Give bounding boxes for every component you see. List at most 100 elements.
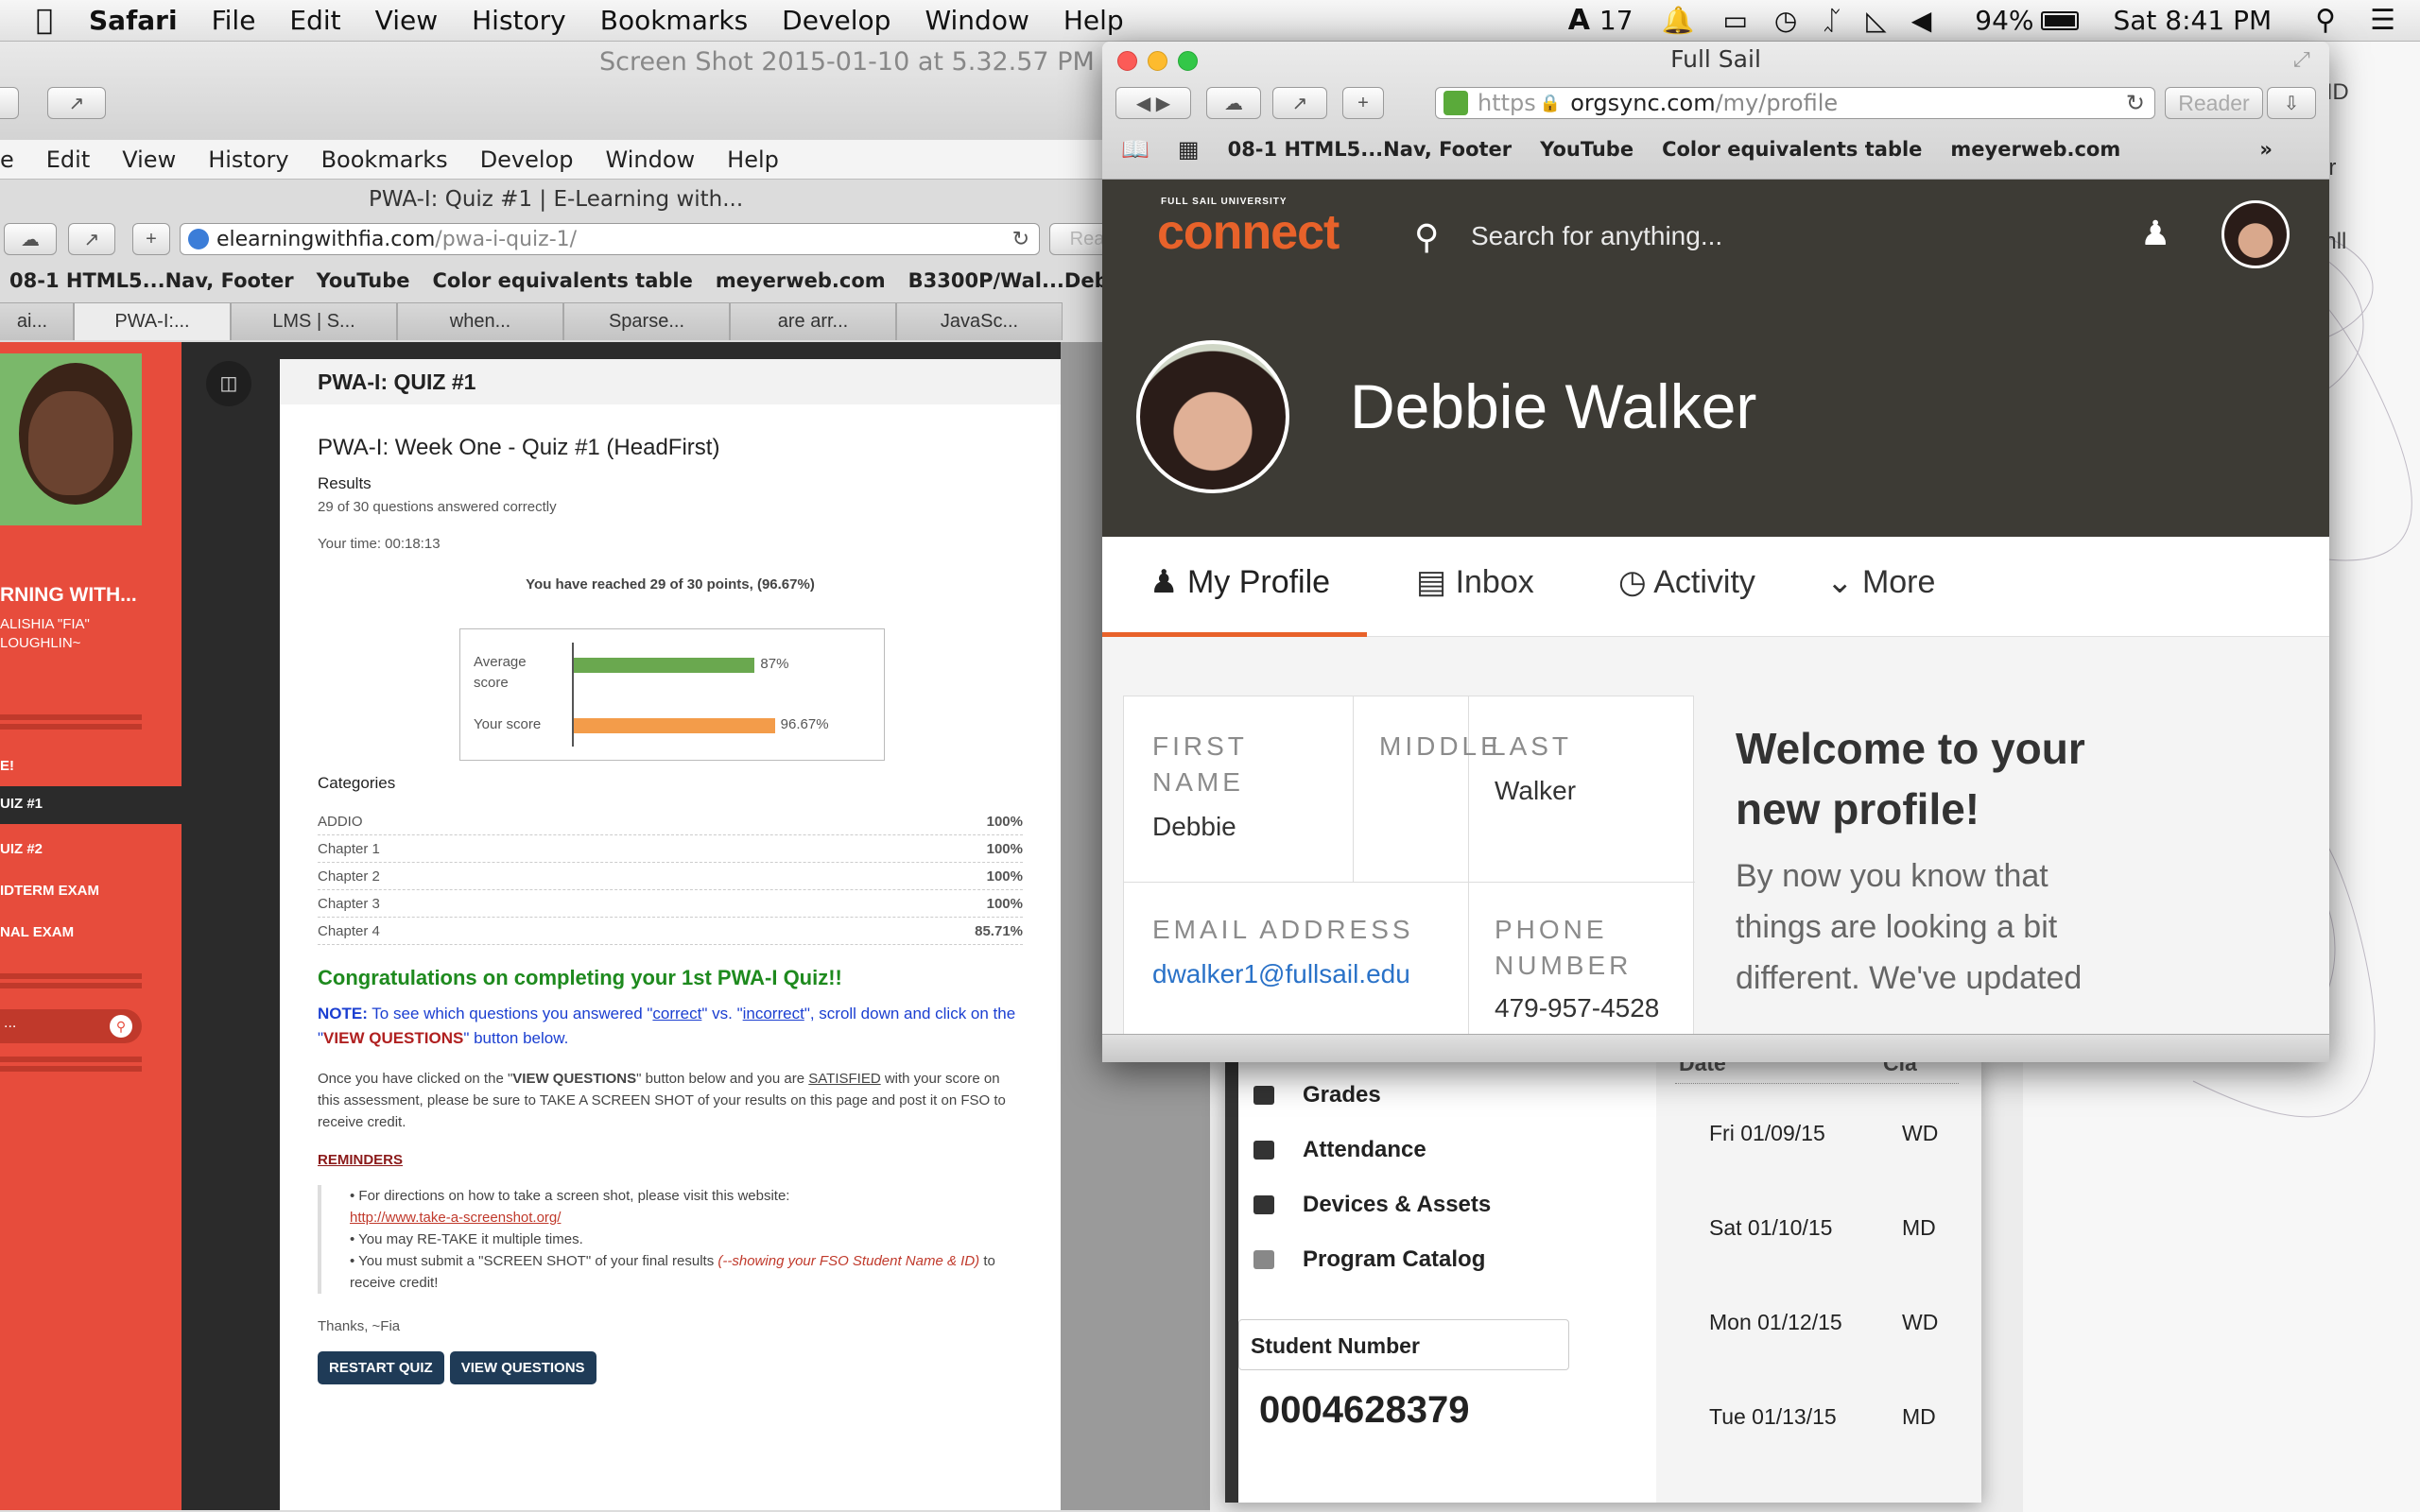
- sidebar-item-home[interactable]: E!: [0, 758, 14, 774]
- back-bookmark-2[interactable]: Color equivalents table: [433, 269, 693, 292]
- back-menu-view[interactable]: View: [122, 146, 176, 173]
- share-button[interactable]: ↗: [1272, 87, 1327, 119]
- tab-activity[interactable]: ◷ Activity: [1618, 563, 1755, 601]
- front-bookmark-1[interactable]: YouTube: [1540, 138, 1634, 161]
- front-bookmark-3[interactable]: meyerweb.com: [1950, 138, 2120, 161]
- restart-quiz-button[interactable]: RESTART QUIZ: [318, 1351, 444, 1384]
- top-sites-grid-icon[interactable]: ▦: [1178, 136, 1200, 163]
- back-bookmark-0[interactable]: 08-1 HTML5...Nav, Footer: [9, 269, 294, 292]
- nav-catalog-label: Program Catalog: [1303, 1246, 1486, 1272]
- categories-heading: Categories: [318, 774, 396, 792]
- sidebar-item-midterm[interactable]: IDTERM EXAM: [0, 883, 99, 899]
- welcome-body-line2: things are looking a bit: [1736, 909, 2058, 945]
- lock-icon: 🔒: [1539, 93, 1562, 113]
- phone-label: PHONE NUMBER: [1495, 912, 1632, 984]
- clock[interactable]: Sat 8:41 PM: [2113, 5, 2272, 36]
- airplay-icon[interactable]: ▭: [1722, 5, 1747, 36]
- menu-view[interactable]: View: [375, 5, 438, 36]
- menu-history[interactable]: History: [472, 5, 566, 36]
- back-tab-5[interactable]: are arr...: [730, 302, 896, 340]
- sidebar-item-quiz1[interactable]: UIZ #1: [0, 786, 182, 824]
- url-host: orgsync.com: [1570, 90, 1716, 116]
- back-share2-button[interactable]: ↗: [68, 223, 115, 255]
- battery-percent[interactable]: 94%: [1975, 5, 2033, 36]
- reload-icon[interactable]: ↻: [2126, 90, 2145, 116]
- back-tab-3[interactable]: when...: [397, 302, 563, 340]
- battery-icon[interactable]: [2041, 10, 2080, 30]
- nav-devices[interactable]: Devices & Assets: [1238, 1177, 1654, 1232]
- search-icon[interactable]: ⚲: [1414, 217, 1439, 257]
- view-questions-button[interactable]: VIEW QUESTIONS: [449, 1351, 596, 1384]
- menu-develop[interactable]: Develop: [782, 5, 890, 36]
- app-menu[interactable]: Safari: [89, 5, 178, 36]
- menu-bookmarks[interactable]: Bookmarks: [600, 5, 748, 36]
- tab-more[interactable]: ⌄ More: [1826, 563, 1935, 601]
- back-url-host: elearningwithfia.com: [216, 227, 436, 251]
- sidebar-search-input[interactable]: ... ⚲: [0, 1009, 142, 1043]
- bookmarks-book-icon[interactable]: 📖: [1121, 136, 1150, 163]
- back-menu-history[interactable]: History: [208, 146, 288, 173]
- para-text-a: Once you have clicked on the ": [318, 1071, 513, 1087]
- user-avatar[interactable]: [2221, 200, 2290, 268]
- groups-icon[interactable]: ♟: [2140, 214, 2170, 253]
- back-menu-0[interactable]: e: [0, 146, 14, 173]
- back-tab-6[interactable]: JavaSc...: [896, 302, 1063, 340]
- avg-score-bar: [574, 658, 755, 673]
- tab-inbox[interactable]: ▤ Inbox: [1416, 563, 1534, 601]
- bookmarks-overflow-icon[interactable]: »: [2259, 138, 2273, 161]
- back-menu-help[interactable]: Help: [727, 146, 779, 173]
- front-bookmark-2[interactable]: Color equivalents table: [1662, 138, 1922, 161]
- front-bookmark-0[interactable]: 08-1 HTML5...Nav, Footer: [1228, 138, 1512, 161]
- back-menu-window[interactable]: Window: [606, 146, 696, 173]
- icloud-tabs-button[interactable]: ☁: [1206, 87, 1261, 119]
- adobe-icon[interactable]: A: [1568, 4, 1590, 37]
- search-icon[interactable]: ⚲: [110, 1015, 132, 1038]
- menu-edit[interactable]: Edit: [289, 5, 340, 36]
- timemachine-icon[interactable]: ◷: [1774, 5, 1797, 36]
- wifi-icon[interactable]: ◺: [1866, 5, 1887, 36]
- back-newtab-button[interactable]: +: [132, 223, 170, 255]
- back-tab-4[interactable]: Sparse...: [563, 302, 730, 340]
- back-tab-1[interactable]: PWA-I:...: [74, 302, 231, 340]
- notification-bell-icon[interactable]: 🔔: [1662, 5, 1695, 36]
- address-bar[interactable]: https 🔒 orgsync.com /my/profile ↻: [1435, 87, 2155, 119]
- back-address-bar[interactable]: elearningwithfia.com /pwa-i-quiz-1/ ↻: [180, 223, 1040, 255]
- back-left-button[interactable]: [0, 87, 19, 119]
- adobe-count: 17: [1582, 5, 1634, 36]
- nav-grades[interactable]: Grades: [1238, 1068, 1654, 1123]
- back-tab-0[interactable]: ai...: [0, 302, 74, 340]
- downloads-button[interactable]: ⇩: [2267, 87, 2316, 119]
- reader-button[interactable]: Reader: [2165, 87, 2263, 119]
- fullscreen-icon[interactable]: ⤢: [2293, 47, 2310, 72]
- sidebar-item-quiz2[interactable]: UIZ #2: [0, 841, 43, 857]
- results-heading: Results: [318, 474, 372, 492]
- back-menu-bookmarks[interactable]: Bookmarks: [321, 146, 448, 173]
- tab-my-profile[interactable]: ♟ My Profile: [1102, 537, 1367, 637]
- email-link[interactable]: dwalker1@fullsail.edu: [1152, 959, 1410, 989]
- back-menu-develop[interactable]: Develop: [480, 146, 574, 173]
- connect-logo[interactable]: connect: [1157, 204, 1340, 261]
- back-forward-buttons[interactable]: ◀ ▶: [1115, 87, 1191, 119]
- back-bookmark-3[interactable]: meyerweb.com: [716, 269, 886, 292]
- notification-center-icon[interactable]: ☰: [2370, 4, 2395, 37]
- nav-attendance[interactable]: Attendance: [1238, 1123, 1654, 1177]
- document-icon[interactable]: ◫: [206, 361, 251, 406]
- back-share-button[interactable]: ↗: [47, 87, 106, 119]
- menu-help[interactable]: Help: [1063, 5, 1124, 36]
- global-search-input[interactable]: Search for anything...: [1471, 221, 1722, 251]
- spotlight-search-icon[interactable]: ⚲: [2315, 4, 2336, 37]
- volume-icon[interactable]: ◀: [1911, 5, 1932, 36]
- apple-icon[interactable]: : [36, 4, 53, 37]
- bluetooth-icon[interactable]: ᛢ: [1824, 5, 1840, 36]
- back-menu-edit[interactable]: Edit: [46, 146, 90, 173]
- sidebar-item-final[interactable]: NAL EXAM: [0, 924, 74, 940]
- menu-file[interactable]: File: [212, 5, 256, 36]
- screenshot-link[interactable]: http://www.take-a-screenshot.org/: [350, 1210, 561, 1226]
- nav-catalog[interactable]: Program Catalog: [1238, 1232, 1654, 1287]
- back-bookmark-1[interactable]: YouTube: [317, 269, 410, 292]
- menu-window[interactable]: Window: [925, 5, 1028, 36]
- new-tab-button[interactable]: +: [1342, 87, 1384, 119]
- reload-icon[interactable]: ↻: [1012, 228, 1029, 251]
- back-icloud-button[interactable]: ☁: [4, 223, 57, 255]
- back-tab-2[interactable]: LMS | S...: [231, 302, 397, 340]
